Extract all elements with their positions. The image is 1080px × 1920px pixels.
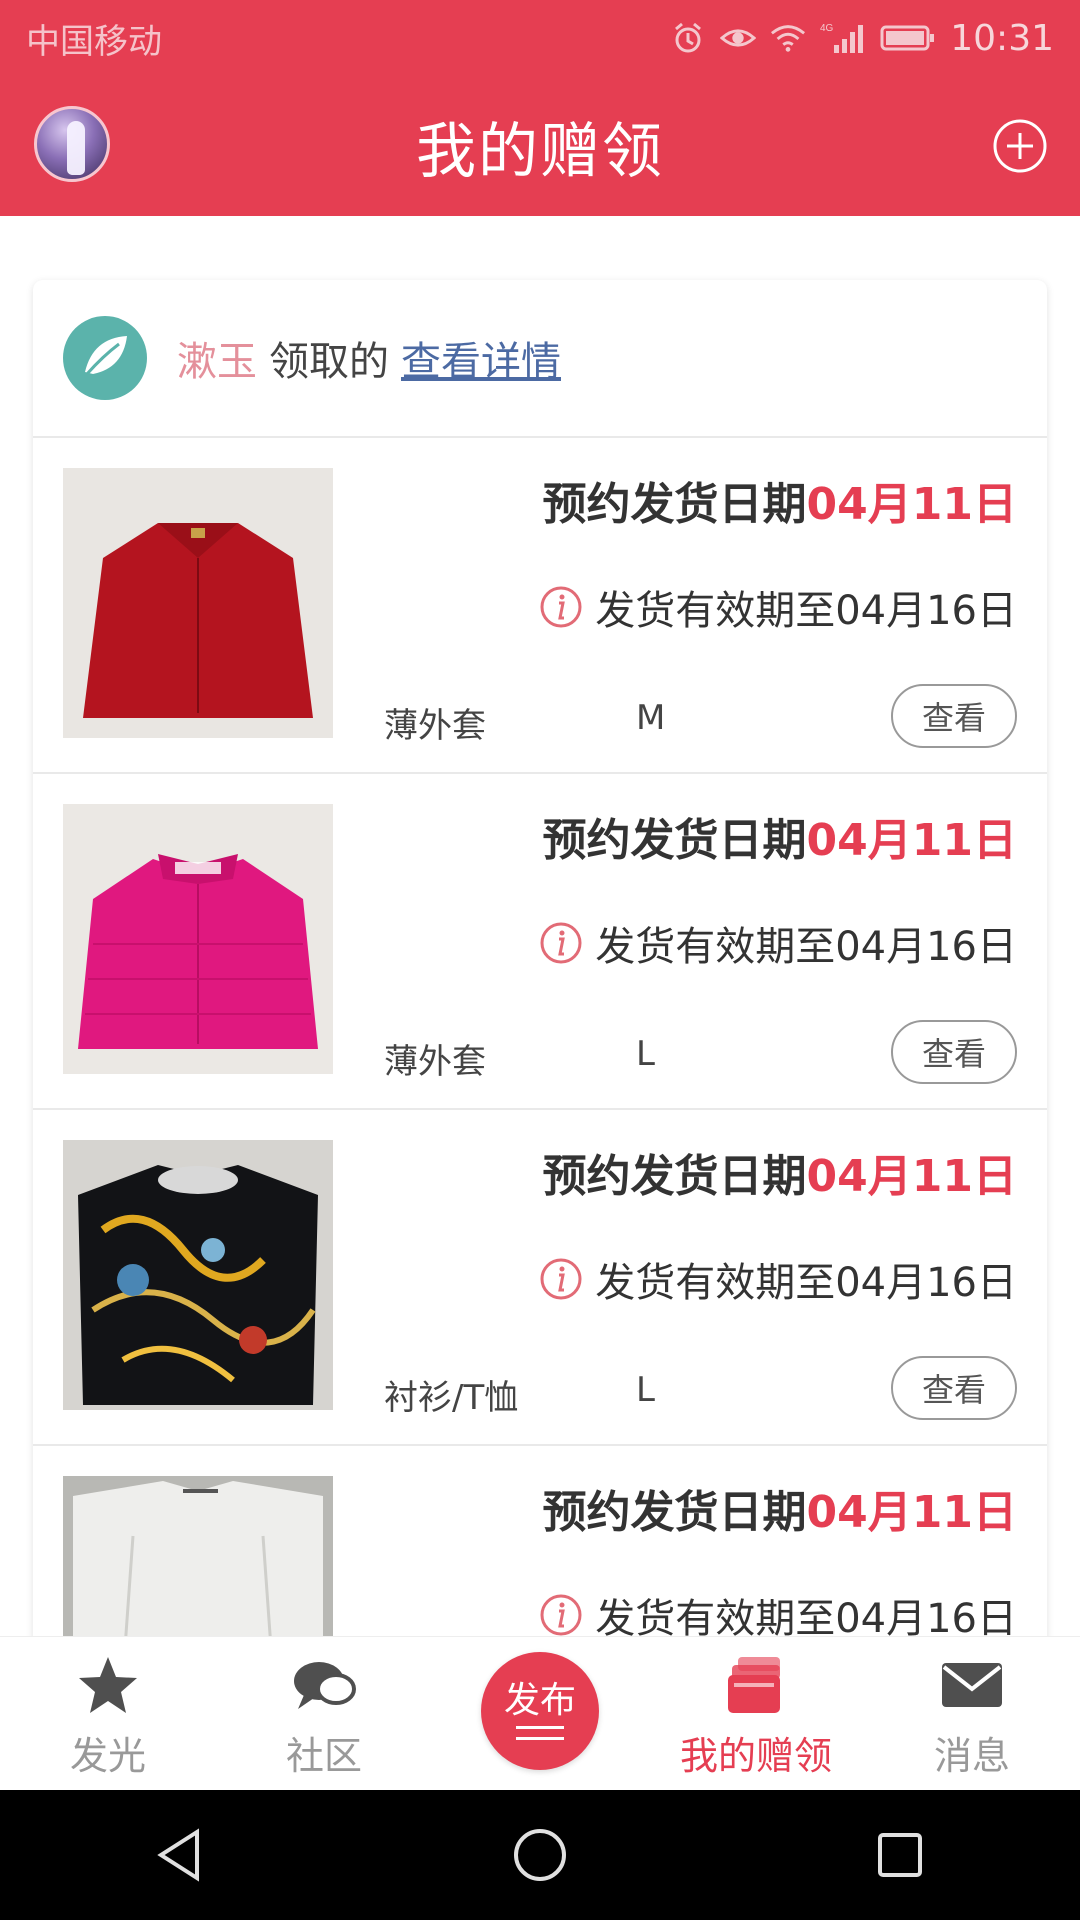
list-item[interactable]: 预约发货日期04月11日 发货有效期至04月16日 薄外套 M 查看	[33, 438, 1047, 774]
home-icon	[514, 1829, 566, 1881]
receipt-card: 漱玉 领取的 查看详情 预约发货日期04月11日 发货有效期至04月16日 薄外…	[33, 280, 1047, 1680]
ship-date: 预约发货日期04月11日	[543, 804, 1017, 868]
ship-date: 预约发货日期04月11日	[543, 1476, 1017, 1540]
ship-date-label: 预约发货日期	[542, 1151, 807, 1202]
carrier-label: 中国移动	[26, 21, 162, 62]
nav-label: 消息	[933, 1734, 1010, 1778]
item-category: 薄外套	[384, 706, 486, 746]
nav-item-my-gifts[interactable]: 我的赠领	[648, 1653, 864, 1780]
ship-date-value: 04月11日	[806, 815, 1017, 866]
status-bar: 中国移动 4G 10:31	[0, 0, 1080, 76]
nav-item-community[interactable]: 社区	[216, 1653, 432, 1780]
item-category: 衬衫/T恤	[384, 1378, 519, 1418]
alarm-icon	[670, 20, 706, 56]
wifi-icon	[770, 20, 806, 56]
content-area: 漱玉 领取的 查看详情 预约发货日期04月11日 发货有效期至04月16日 薄外…	[0, 216, 1080, 1680]
ship-date: 预约发货日期04月11日	[543, 468, 1017, 532]
item-thumbnail[interactable]	[63, 468, 333, 738]
view-button[interactable]: 查看	[891, 1020, 1017, 1084]
info-icon	[540, 1258, 582, 1300]
nav-label: 发光	[69, 1734, 146, 1778]
status-icons: 4G 10:31	[670, 18, 1054, 59]
card-header: 漱玉 领取的 查看详情	[33, 280, 1047, 438]
add-circle-icon	[993, 119, 1047, 173]
info-icon	[540, 1594, 582, 1636]
item-thumbnail[interactable]	[63, 1140, 333, 1410]
valid-until: 发货有效期至04月16日	[539, 578, 1017, 636]
item-size: L	[636, 1370, 655, 1410]
recents-icon	[878, 1833, 922, 1877]
valid-until: 发货有效期至04月16日	[539, 914, 1017, 972]
app-header: 我的赠领	[0, 76, 1080, 216]
nav-label: 社区	[285, 1734, 362, 1778]
home-button[interactable]	[500, 1815, 580, 1895]
network-badge: 4G	[820, 23, 834, 34]
valid-until: 发货有效期至04月16日	[539, 1250, 1017, 1308]
ship-date-value: 04月11日	[806, 1151, 1017, 1202]
ship-date-label: 预约发货日期	[542, 815, 807, 866]
add-button[interactable]	[992, 118, 1048, 174]
clock: 10:31	[950, 17, 1054, 59]
publish-button[interactable]: 发布	[481, 1652, 599, 1770]
star-icon	[79, 1657, 137, 1713]
back-icon	[157, 1828, 199, 1882]
ship-date: 预约发货日期04月11日	[543, 1140, 1017, 1204]
valid-until-text: 发货有效期至04月16日	[595, 588, 1017, 634]
back-button[interactable]	[140, 1815, 220, 1895]
nav-item-messages[interactable]: 消息	[864, 1653, 1080, 1780]
publish-label: 发布	[503, 1680, 576, 1721]
app-root: 中国移动 4G 10:31 我的赠领 漱玉 领取的 查看详情 预约发货日期04月…	[0, 0, 1080, 1920]
wallet-icon	[728, 1657, 780, 1713]
view-button[interactable]: 查看	[891, 684, 1017, 748]
info-icon	[540, 586, 582, 628]
leaf-logo-icon	[63, 316, 147, 400]
view-button[interactable]: 查看	[891, 1356, 1017, 1420]
item-size: M	[636, 698, 666, 738]
system-nav-bar	[0, 1790, 1080, 1920]
info-icon	[540, 922, 582, 964]
battery-icon	[880, 20, 936, 56]
receiver-name[interactable]: 漱玉	[177, 329, 257, 387]
item-category: 薄外套	[384, 1042, 486, 1082]
valid-until-text: 发货有效期至04月16日	[595, 924, 1017, 970]
ship-date-label: 预约发货日期	[542, 1487, 807, 1538]
receiver-action: 领取的	[269, 339, 389, 385]
list-item[interactable]: 预约发货日期04月11日 发货有效期至04月16日 薄外套 L 查看	[33, 774, 1047, 1110]
view-details-link[interactable]: 查看详情	[401, 329, 561, 387]
mail-icon	[942, 1663, 1002, 1707]
item-thumbnail[interactable]	[63, 804, 333, 1074]
chat-bubbles-icon	[294, 1662, 356, 1709]
ship-date-label: 预约发货日期	[542, 479, 807, 530]
ship-date-value: 04月11日	[806, 1487, 1017, 1538]
valid-until-text: 发货有效期至04月16日	[595, 1260, 1017, 1306]
list-item[interactable]: 预约发货日期04月11日 发货有效期至04月16日 衬衫/T恤 L 查看	[33, 1110, 1047, 1446]
eye-icon	[720, 20, 757, 56]
item-size: L	[636, 1034, 655, 1074]
page-title: 我的赠领	[416, 116, 664, 187]
menu-lines-icon	[516, 1726, 564, 1740]
ship-date-value: 04月11日	[806, 479, 1017, 530]
nav-label: 我的赠领	[679, 1734, 832, 1778]
avatar[interactable]	[34, 106, 110, 182]
signal-icon: 4G	[820, 20, 866, 56]
nav-item-shine[interactable]: 发光	[0, 1653, 216, 1780]
recents-button[interactable]	[860, 1815, 940, 1895]
